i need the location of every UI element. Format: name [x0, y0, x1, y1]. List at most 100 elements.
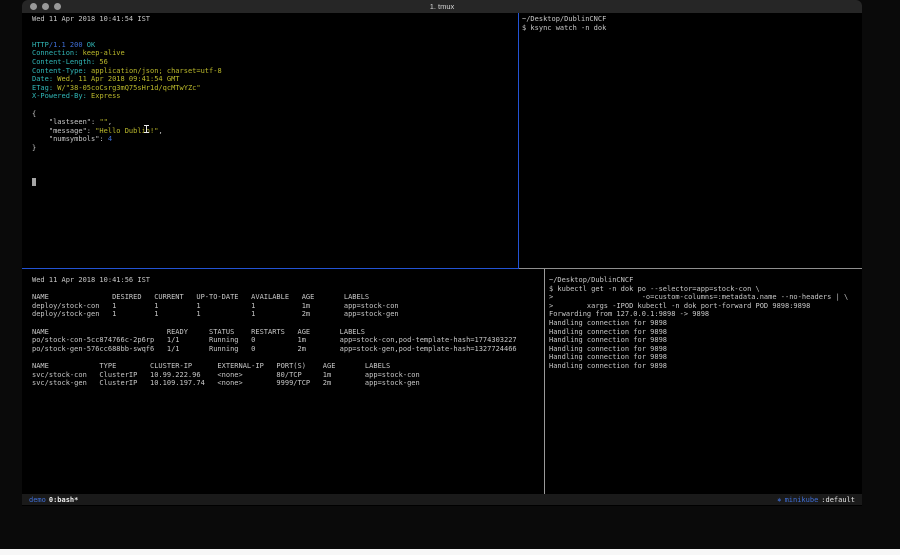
terminal-text: Handling connection for 9898 [549, 336, 667, 344]
terminal-text: , [158, 127, 162, 135]
terminal-line: Handling connection for 9898 [549, 345, 856, 354]
terminal-line: } [32, 144, 514, 153]
status-left: demo 0:bash* [29, 496, 78, 504]
tmux-status-bar: demo 0:bash* ⎈minikube:default [22, 494, 862, 505]
terminal-text: , [108, 118, 112, 126]
terminal-text: 56 [95, 58, 108, 66]
terminal-line: po/stock-gen-576cc688bb-swqf6 1/1 Runnin… [32, 345, 546, 354]
terminal-line: deploy/stock-gen 1 1 1 1 2m app=stock-ge… [32, 310, 546, 319]
terminal-line: { [32, 110, 514, 119]
terminal-line [32, 285, 546, 294]
terminal-line: ETag: W/"38-05coCsrg3mQ75sHr1d/qcMTwYZc" [32, 84, 514, 93]
status-right: ⎈minikube:default [777, 496, 855, 504]
terminal-text: "Hello Dublin!" [95, 127, 158, 135]
kube-namespace: :default [821, 496, 855, 504]
terminal-text: NAME DESIRED CURRENT UP-TO-DATE AVAILABL… [32, 293, 369, 301]
terminal-cursor [32, 178, 36, 186]
pane-divider-top-vertical[interactable] [518, 13, 519, 269]
terminal-text: Handling connection for 9898 [549, 319, 667, 327]
terminal-line [32, 353, 546, 362]
terminal-text: deploy/stock-con 1 1 1 1 1m app=stock-co… [32, 302, 399, 310]
terminal-text: ~/Desktop/DublinCNCF [549, 276, 633, 284]
background-strip [0, 549, 900, 555]
terminal-text: Express [87, 92, 121, 100]
terminal-line: svc/stock-con ClusterIP 10.99.222.96 <no… [32, 371, 546, 380]
terminal-text: HTTP [32, 41, 49, 49]
terminal-line: "message": "Hello Dublin!", [32, 127, 514, 136]
terminal-text: W/"38-05coCsrg3mQ75sHr1d/qcMTwYZc" [53, 84, 201, 92]
terminal-line [32, 170, 514, 179]
terminal-line: NAME READY STATUS RESTARTS AGE LABELS [32, 328, 546, 337]
terminal-text: Wed, 11 Apr 2018 09:41:54 GMT [53, 75, 179, 83]
terminal-line: ~/Desktop/DublinCNCF [522, 15, 854, 24]
terminal-text: svc/stock-gen ClusterIP 10.109.197.74 <n… [32, 379, 420, 387]
terminal-text: $ kubectl get -n dok po --selector=app=s… [549, 285, 760, 293]
terminal-text: svc/stock-con ClusterIP 10.99.222.96 <no… [32, 371, 420, 379]
terminal-line: Forwarding from 127.0.0.1:9898 -> 9898 [549, 310, 856, 319]
terminal-line: "numsymbols": 4 [32, 135, 514, 144]
terminal-line [32, 24, 514, 33]
window-label[interactable]: 0:bash* [49, 496, 79, 504]
terminal-line [32, 319, 546, 328]
terminal-text: > xargs -IPOD kubectl -n dok port-forwar… [549, 302, 810, 310]
terminal-text: "" [99, 118, 107, 126]
terminal-line: Handling connection for 9898 [549, 328, 856, 337]
terminal-text: Date: [32, 75, 53, 83]
terminal-line: Handling connection for 9898 [549, 353, 856, 362]
terminal-line: Content-Type: application/json; charset=… [32, 67, 514, 76]
pane-port-forward[interactable]: ~/Desktop/DublinCNCF$ kubectl get -n dok… [549, 276, 856, 492]
text-cursor-pointer [146, 125, 147, 133]
terminal-line: HTTP/1.1 200 OK [32, 41, 514, 50]
terminal-text: Content-Length: [32, 58, 95, 66]
terminal-text: } [32, 144, 36, 152]
terminal-text: /1.1 200 [49, 41, 83, 49]
terminal-line [32, 178, 514, 187]
terminal-line: $ kubectl get -n dok po --selector=app=s… [549, 285, 856, 294]
terminal-line: NAME TYPE CLUSTER-IP EXTERNAL-IP PORT(S)… [32, 362, 546, 371]
kube-context: minikube [785, 496, 819, 504]
terminal-text: Handling connection for 9898 [549, 345, 667, 353]
terminal-line: NAME DESIRED CURRENT UP-TO-DATE AVAILABL… [32, 293, 546, 302]
terminal-line: $ ksync watch -n dok [522, 24, 854, 33]
terminal-text: > -o=custom-columns=:metadata.name --no-… [549, 293, 848, 301]
terminal-line: Handling connection for 9898 [549, 362, 856, 371]
terminal-text: Content-Type: [32, 67, 87, 75]
terminal-text: Handling connection for 9898 [549, 362, 667, 370]
terminal-text: ETag: [32, 84, 53, 92]
terminal-text: "lastseen": [32, 118, 99, 126]
terminal-text: Wed 11 Apr 2018 10:41:56 IST [32, 276, 150, 284]
terminal-text: $ ksync watch -n dok [522, 24, 606, 32]
terminal-line: Wed 11 Apr 2018 10:41:54 IST [32, 15, 514, 24]
window-titlebar: 1. tmux [22, 0, 862, 13]
terminal-text: ~/Desktop/DublinCNCF [522, 15, 606, 23]
terminal-text: po/stock-con-5cc874766c-2p6rp 1/1 Runnin… [32, 336, 517, 344]
pane-divider-horizontal-active[interactable] [22, 268, 519, 269]
pane-http-response[interactable]: Wed 11 Apr 2018 10:41:54 IST HTTP/1.1 200… [32, 15, 514, 265]
pane-divider-horizontal-inactive[interactable] [519, 268, 862, 269]
terminal-line: > -o=custom-columns=:metadata.name --no-… [549, 293, 856, 302]
terminal-text: keep-alive [78, 49, 124, 57]
terminal-text: NAME READY STATUS RESTARTS AGE LABELS [32, 328, 365, 336]
terminal-line: deploy/stock-con 1 1 1 1 1m app=stock-co… [32, 302, 546, 311]
terminal-text: "message": [32, 127, 95, 135]
window-title: 1. tmux [22, 0, 862, 13]
terminal-line [32, 101, 514, 110]
terminal-text: X-Powered-By: [32, 92, 87, 100]
terminal-text: 4 [108, 135, 112, 143]
pane-kubectl-resources[interactable]: Wed 11 Apr 2018 10:41:56 IST NAME DESIRED… [32, 276, 546, 492]
terminal-line [32, 161, 514, 170]
terminal-line: Handling connection for 9898 [549, 336, 856, 345]
terminal-text: OK [83, 41, 96, 49]
terminal-text: deploy/stock-gen 1 1 1 1 2m app=stock-ge… [32, 310, 399, 318]
terminal-line: ~/Desktop/DublinCNCF [549, 276, 856, 285]
terminal-line: "lastseen": "", [32, 118, 514, 127]
terminal-window: 1. tmux Wed 11 Apr 2018 10:41:54 IST HTTP… [22, 0, 862, 506]
terminal-line [32, 32, 514, 41]
terminal-line: Wed 11 Apr 2018 10:41:56 IST [32, 276, 546, 285]
pane-ksync-watch[interactable]: ~/Desktop/DublinCNCF$ ksync watch -n dok [522, 15, 854, 265]
terminal-line: Content-Length: 56 [32, 58, 514, 67]
terminal-line: > xargs -IPOD kubectl -n dok port-forwar… [549, 302, 856, 311]
terminal-line: svc/stock-gen ClusterIP 10.109.197.74 <n… [32, 379, 546, 388]
screen: 1. tmux Wed 11 Apr 2018 10:41:54 IST HTTP… [0, 0, 900, 555]
terminal-text: Wed 11 Apr 2018 10:41:54 IST [32, 15, 150, 23]
